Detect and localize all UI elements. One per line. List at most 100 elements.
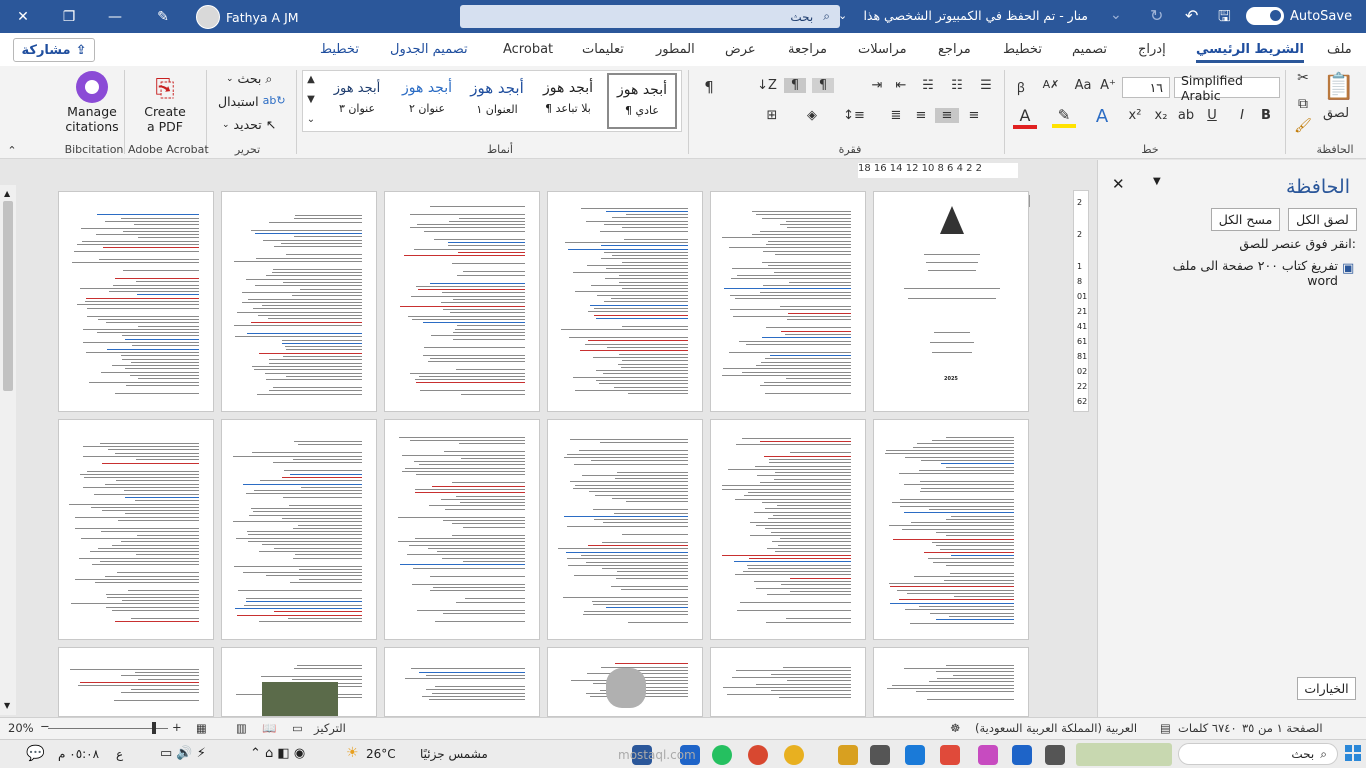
manage-citations-button[interactable]: Manage citations bbox=[58, 104, 126, 134]
tab-layout[interactable]: تخطيط bbox=[1003, 42, 1042, 57]
taskbar-search[interactable]: بحث ⌕ bbox=[1178, 743, 1338, 765]
page-thumbnail[interactable] bbox=[710, 647, 866, 717]
strikethrough-icon[interactable]: ab bbox=[1175, 108, 1197, 123]
font-name-field[interactable]: Simplified Arabic bbox=[1174, 73, 1280, 103]
notifications-icon[interactable]: 💬 bbox=[26, 744, 45, 762]
start-windows-icon[interactable] bbox=[1345, 745, 1361, 761]
maximize-button[interactable]: ❐ bbox=[46, 0, 92, 33]
app-icon-4[interactable] bbox=[870, 745, 890, 765]
tab-review[interactable]: مراجعة bbox=[788, 42, 827, 57]
page-count[interactable]: الصفحة ١ من ٣٥ bbox=[1242, 721, 1323, 735]
tab-file[interactable]: ملف bbox=[1327, 42, 1352, 57]
redo-icon[interactable]: ↻ bbox=[1150, 6, 1163, 25]
page-thumbnail[interactable]: 2025 bbox=[873, 191, 1029, 412]
pane-options-icon[interactable]: ▼ bbox=[1153, 176, 1161, 187]
italic-button[interactable]: I bbox=[1232, 108, 1252, 123]
page-thumbnail[interactable] bbox=[221, 647, 377, 717]
autosave-toggle[interactable]: AutoSave bbox=[1246, 7, 1352, 25]
bullets-icon[interactable]: ☰ bbox=[975, 78, 997, 93]
decrease-indent-icon[interactable]: ⇤ bbox=[890, 78, 912, 93]
multilevel-list-icon[interactable]: ☵ bbox=[917, 78, 939, 93]
clear-all-button[interactable]: مسح الكل bbox=[1211, 208, 1280, 231]
ltr-direction-icon[interactable]: ¶ bbox=[784, 78, 806, 93]
chrome-icon[interactable] bbox=[784, 745, 804, 765]
file-explorer-icon[interactable] bbox=[838, 745, 858, 765]
paste-icon[interactable]: 📋 bbox=[1318, 70, 1360, 104]
gallery-more-icon[interactable]: ⌄ bbox=[303, 114, 319, 125]
tab-view[interactable]: عرض bbox=[725, 42, 756, 57]
create-pdf-button[interactable]: Create a PDF bbox=[130, 104, 200, 134]
page-thumbnail[interactable] bbox=[547, 191, 703, 412]
styles-icon[interactable]: ꞵ bbox=[1011, 78, 1031, 96]
zoom-thumb[interactable] bbox=[152, 722, 156, 734]
clipboard-item[interactable]: تفريغ كتاب ٢٠٠ صفحة الى ملف word bbox=[1138, 258, 1338, 288]
underline-button[interactable]: U bbox=[1200, 108, 1224, 123]
rtl-direction-icon[interactable]: ¶ bbox=[812, 78, 834, 93]
dropdown-chevron-icon[interactable]: ⌄ bbox=[1110, 7, 1122, 23]
paste-button[interactable]: لصق bbox=[1316, 106, 1356, 121]
copy-icon[interactable]: ⧉ bbox=[1293, 96, 1313, 112]
tab-table-layout[interactable]: تخطيط bbox=[320, 42, 359, 57]
tab-insert[interactable]: إدراج bbox=[1138, 42, 1166, 57]
create-pdf-icon[interactable]: ⎘ bbox=[150, 72, 180, 104]
page-thumbnail[interactable] bbox=[221, 419, 377, 640]
page-thumbnail[interactable] bbox=[873, 647, 1029, 717]
style-no-spacing[interactable]: أبجد هوز ¶ بلا تباعد bbox=[532, 73, 604, 129]
whatsapp-icon[interactable] bbox=[712, 745, 732, 765]
page-thumbnail[interactable] bbox=[873, 419, 1029, 640]
select-button[interactable]: ⌄ تحديد ↖ bbox=[222, 117, 276, 132]
text-effects-icon[interactable]: A bbox=[1090, 106, 1114, 127]
toggle-switch[interactable] bbox=[1246, 7, 1284, 25]
font-color-icon[interactable]: A bbox=[1013, 106, 1037, 129]
page-thumbnail[interactable] bbox=[58, 419, 214, 640]
app-icon-1[interactable] bbox=[1012, 745, 1032, 765]
weather-desc[interactable]: مشمس جزئيًا bbox=[420, 747, 488, 761]
replace-button[interactable]: استبدال ab↻ bbox=[218, 94, 286, 109]
proofing-icon[interactable]: ▤ bbox=[1160, 721, 1171, 735]
edge-icon[interactable] bbox=[905, 745, 925, 765]
justify-icon[interactable]: ≣ bbox=[885, 108, 907, 123]
search-box[interactable]: بحث ⌕ bbox=[460, 5, 840, 28]
app-icon-2[interactable] bbox=[978, 745, 998, 765]
tab-help[interactable]: تعليمات bbox=[582, 42, 624, 57]
increase-indent-icon[interactable]: ⇥ bbox=[866, 78, 888, 93]
tab-design[interactable]: تصميم bbox=[1072, 42, 1107, 57]
page-thumbnail[interactable] bbox=[384, 191, 540, 412]
zoom-in-icon[interactable]: + bbox=[172, 720, 182, 734]
scroll-thumb[interactable] bbox=[3, 201, 13, 391]
bold-button[interactable]: B bbox=[1256, 108, 1276, 123]
options-button[interactable]: الخيارات bbox=[1297, 677, 1356, 700]
page-thumbnail[interactable] bbox=[547, 419, 703, 640]
highlight-icon[interactable]: ✎ bbox=[1052, 106, 1076, 128]
tab-references[interactable]: مراجع bbox=[938, 42, 971, 57]
bibcitation-logo-icon[interactable] bbox=[76, 71, 108, 103]
page-thumbnail[interactable] bbox=[547, 647, 703, 717]
tab-developer[interactable]: المطور bbox=[656, 42, 695, 57]
style-heading-1[interactable]: أبجد هوز العنوان ١ bbox=[462, 73, 532, 129]
format-painter-icon[interactable]: 🖌 bbox=[1293, 118, 1313, 134]
save-icon[interactable]: 🖫 bbox=[1218, 6, 1231, 31]
grow-font-icon[interactable]: A⁺ bbox=[1099, 78, 1117, 93]
clear-formatting-icon[interactable]: A✗ bbox=[1036, 78, 1066, 91]
chrome-profile-icon[interactable] bbox=[748, 745, 768, 765]
accessibility-icon[interactable]: ☸ bbox=[950, 721, 960, 735]
align-center-icon[interactable]: ≡ bbox=[935, 108, 959, 123]
focus-icon[interactable]: ▭ bbox=[292, 721, 303, 735]
tab-home[interactable]: الشريط الرئيسي bbox=[1196, 42, 1304, 63]
zoom-slider[interactable] bbox=[48, 728, 168, 729]
page-thumbnail[interactable] bbox=[221, 191, 377, 412]
zoom-level[interactable]: 20% bbox=[8, 721, 34, 735]
shading-icon[interactable]: ◈ bbox=[800, 108, 824, 123]
page-thumbnail[interactable] bbox=[710, 191, 866, 412]
document-title[interactable]: منار - تم الحفظ في الكمبيوتر الشخصي هذا bbox=[858, 8, 1088, 23]
cut-icon[interactable]: ✂ bbox=[1293, 70, 1313, 86]
undo-icon[interactable]: ↶ bbox=[1185, 6, 1198, 25]
page-thumbnail[interactable] bbox=[58, 191, 214, 412]
app-icon-3[interactable] bbox=[940, 745, 960, 765]
line-spacing-icon[interactable]: ↕≡ bbox=[842, 108, 866, 123]
widgets-image[interactable] bbox=[1076, 743, 1172, 766]
align-left-icon[interactable]: ≡ bbox=[910, 108, 932, 123]
read-mode-icon[interactable]: 📖 bbox=[262, 721, 276, 735]
user-account[interactable]: Fathya A JM bbox=[196, 5, 299, 29]
zoom-out-icon[interactable]: − bbox=[40, 719, 50, 733]
